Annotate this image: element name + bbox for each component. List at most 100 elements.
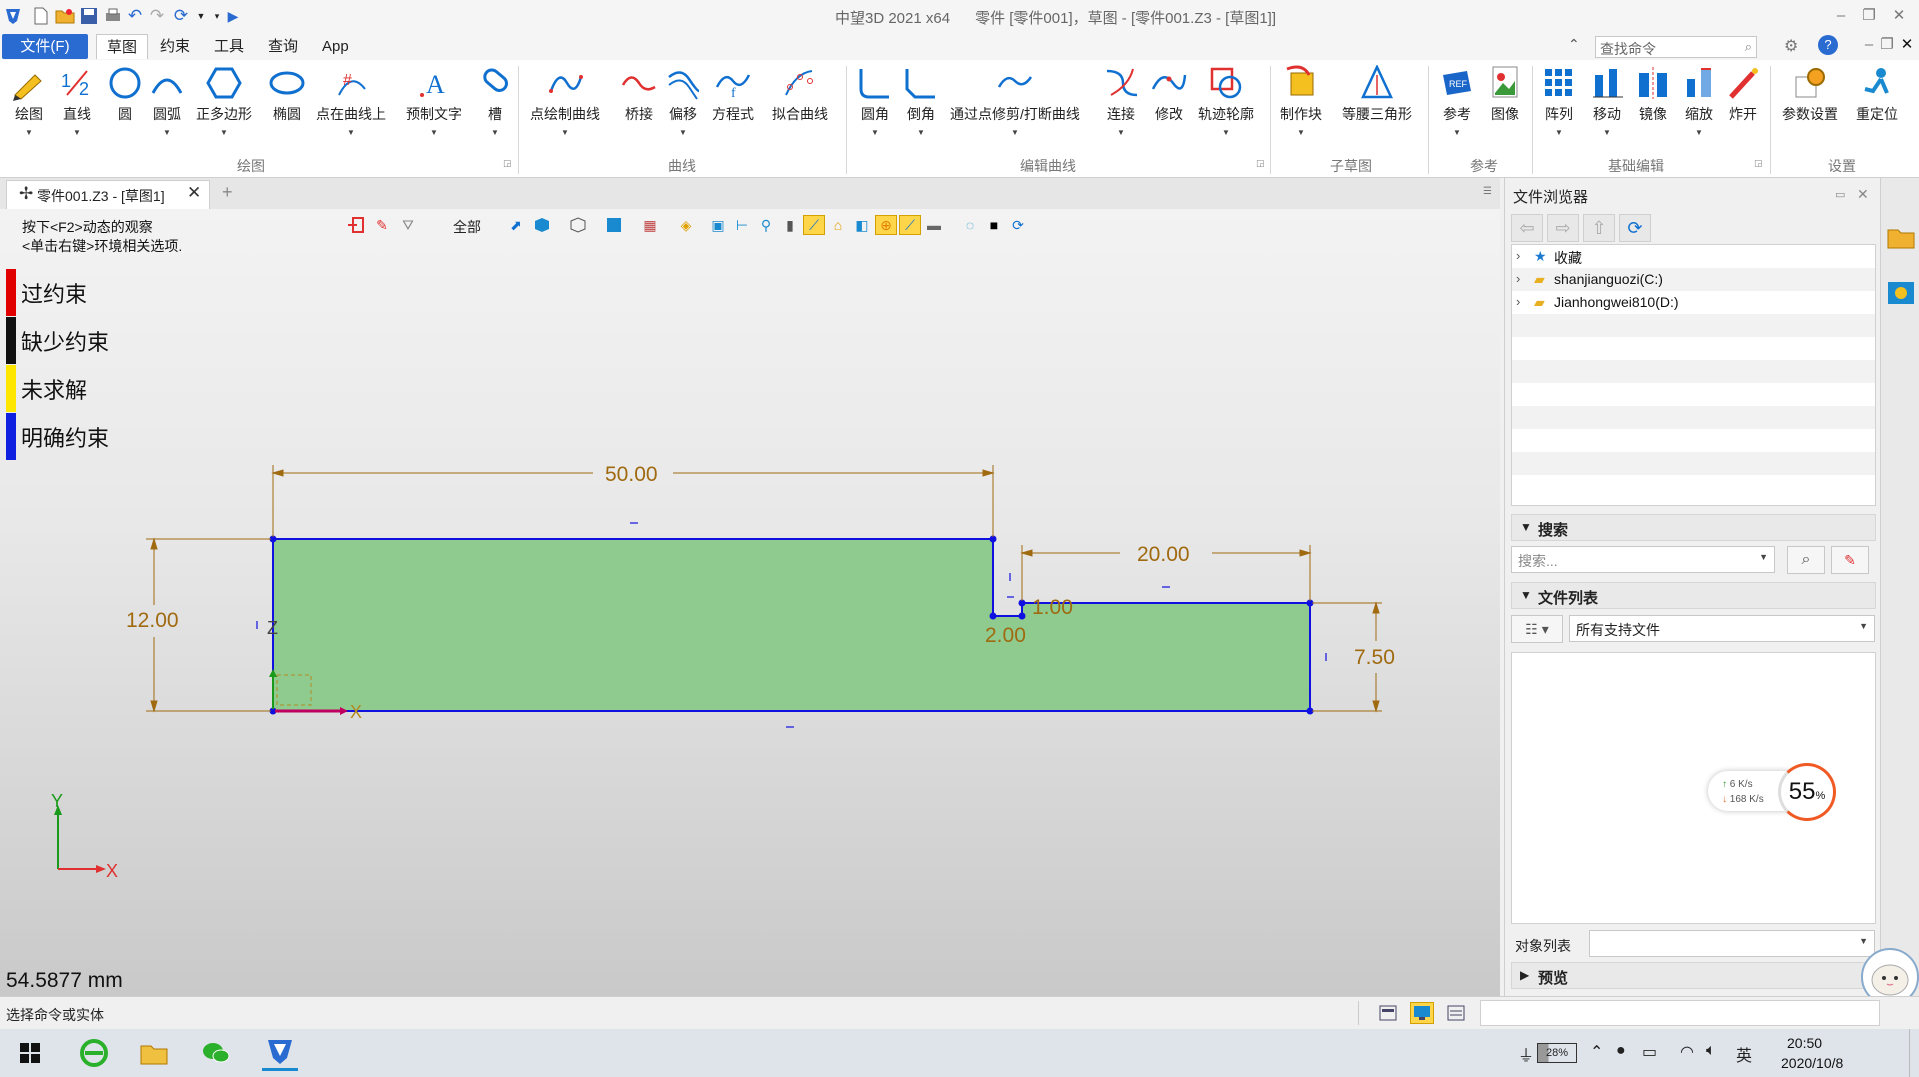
wifi-icon[interactable]: ◠	[1680, 1042, 1694, 1062]
tree-item-drive-d[interactable]: › ▰ Jianhongwei810(D:)	[1512, 291, 1875, 314]
steam-tray-icon[interactable]: ●	[1616, 1042, 1626, 1060]
arc-button[interactable]: 圆弧 ▼	[148, 64, 186, 156]
tree-item-drive-c[interactable]: › ▰ shanjianguozi(C:)	[1512, 268, 1875, 291]
equation-button[interactable]: f 方程式	[712, 64, 754, 156]
slot-button[interactable]: 槽 ▼	[476, 64, 514, 156]
folder-panel-icon[interactable]	[1886, 222, 1916, 252]
mirror-button[interactable]: 镜像	[1634, 64, 1672, 156]
offset-button[interactable]: 偏移 ▼	[664, 64, 702, 156]
tab-sketch[interactable]: 草图	[96, 34, 149, 59]
point-on-curve-button[interactable]: # 点在曲线上 ▼	[316, 64, 386, 156]
file-list-area[interactable]: ↑ 6 K/s ↓ 168 K/s 55%	[1511, 652, 1876, 924]
line-button[interactable]: 12 直线 ▼	[58, 64, 96, 156]
chevron-right-icon[interactable]: ›	[1516, 271, 1520, 286]
up-button[interactable]: ⇧	[1583, 214, 1615, 242]
sketch-viewport[interactable]: 按下<F2>动态的观察 <单击右键>环境相关选项. ✎ ⛛ 全部 ⬈ ▦ ◈ ▣…	[0, 209, 1500, 996]
circle-button[interactable]: 圆	[106, 64, 144, 156]
app-logo-icon[interactable]	[2, 5, 24, 27]
draw-button[interactable]: 绘图 ▼	[10, 64, 48, 156]
tab-constraint[interactable]: 约束	[150, 34, 200, 59]
chamfer-button[interactable]: 倒角 ▼	[902, 64, 940, 156]
clear-search-button[interactable]: ✎	[1831, 546, 1869, 574]
modify-button[interactable]: 修改	[1150, 64, 1188, 156]
help-icon[interactable]: ?	[1818, 35, 1838, 55]
network-device-icon[interactable]: ▭	[1642, 1042, 1657, 1062]
chevron-up-icon[interactable]: ⌃	[1590, 1042, 1603, 1062]
save-icon[interactable]	[78, 5, 100, 27]
tab-query[interactable]: 查询	[258, 34, 308, 59]
windows-start-icon[interactable]	[12, 1035, 48, 1071]
chevron-right-icon[interactable]: ›	[1516, 294, 1520, 309]
dim-step-width[interactable]: 2.00	[985, 624, 1026, 647]
volume-icon[interactable]: 🔈︎	[1706, 1042, 1716, 1060]
parameter-settings-button[interactable]: 参数设置	[1782, 64, 1838, 156]
dialog-launcher-icon[interactable]: ◲	[1754, 158, 1763, 169]
display-view-icon[interactable]	[1410, 1002, 1434, 1024]
new-tab-button[interactable]: +	[222, 182, 233, 203]
polygon-button[interactable]: 正多边形 ▼	[196, 64, 252, 156]
dialog-launcher-icon[interactable]: ◲	[503, 158, 512, 169]
regen-icon[interactable]: ⟳	[170, 5, 192, 27]
fit-curve-button[interactable]: 拟合曲线	[772, 64, 828, 156]
dim-right-height[interactable]: 7.50	[1354, 646, 1395, 669]
restore-button[interactable]: ❐	[1858, 5, 1880, 27]
back-button[interactable]: ⇦	[1511, 214, 1543, 242]
view-mode-button[interactable]: ☷ ▾	[1511, 615, 1563, 643]
internet-explorer-icon[interactable]	[76, 1035, 112, 1071]
tree-item-favorites[interactable]: › ★ 收藏	[1512, 245, 1875, 268]
settings-gear-icon[interactable]: ⚙	[1784, 36, 1798, 56]
trace-profile-button[interactable]: 轨迹轮廓 ▼	[1198, 64, 1254, 156]
panel-menu-icon[interactable]: ☰	[1483, 186, 1492, 197]
undo-icon[interactable]: ↶	[124, 5, 146, 27]
chevron-right-icon[interactable]: ›	[1516, 248, 1520, 263]
wechat-icon[interactable]	[198, 1035, 234, 1071]
sketch-canvas[interactable]: X Z 50.00 20.00 12.00 7.50 1.00 2.00 Y X	[0, 209, 1500, 996]
scale-button[interactable]: 缩放 ▼	[1680, 64, 1718, 156]
bridge-button[interactable]: 桥接	[620, 64, 658, 156]
file-type-filter[interactable]: 所有支持文件 ▼	[1569, 615, 1875, 642]
battery-indicator[interactable]: 28%	[1537, 1043, 1577, 1063]
clock-time[interactable]: 20:50	[1787, 1035, 1822, 1051]
file-explorer-icon[interactable]	[136, 1035, 172, 1071]
collapse-ribbon-icon[interactable]: ⌃	[1568, 36, 1580, 53]
preview-section-header[interactable]: ▶ 预览	[1511, 962, 1876, 989]
dim-top-width[interactable]: 50.00	[605, 463, 658, 486]
command-line-input[interactable]	[1480, 1000, 1880, 1026]
fillet-button[interactable]: 圆角 ▼	[856, 64, 894, 156]
file-search-input[interactable]: 搜索... ▼	[1511, 546, 1775, 573]
panel-view-icon[interactable]	[1444, 1002, 1468, 1024]
doc-tab-part001[interactable]: ✢ 零件001.Z3 - [草图1] ✕	[6, 180, 210, 209]
tab-app[interactable]: App	[312, 34, 359, 59]
object-list-select[interactable]: ▼	[1589, 930, 1875, 957]
reference-button[interactable]: REF 参考 ▼	[1438, 64, 1476, 156]
relocate-button[interactable]: 重定位	[1856, 64, 1898, 156]
minimize-button[interactable]: –	[1830, 5, 1852, 27]
refresh-button[interactable]: ⟳	[1619, 214, 1651, 242]
show-desktop-button[interactable]	[1909, 1029, 1919, 1077]
make-block-button[interactable]: 制作块 ▼	[1280, 64, 1322, 156]
doc-restore-button[interactable]: ❐	[1876, 34, 1898, 56]
run-icon[interactable]: ▶	[222, 5, 244, 27]
doc-close-button[interactable]: ✕	[1896, 34, 1918, 56]
file-list-section-header[interactable]: ▼ 文件列表	[1511, 582, 1876, 609]
trim-break-button[interactable]: 通过点修剪/打断曲线 ▼	[950, 64, 1080, 156]
dim-right-width[interactable]: 20.00	[1137, 543, 1190, 566]
pattern-button[interactable]: 阵列 ▼	[1540, 64, 1578, 156]
print-icon[interactable]	[102, 5, 124, 27]
search-section-header[interactable]: ▼ 搜索	[1511, 514, 1876, 541]
close-button[interactable]: ✕	[1888, 5, 1910, 27]
zw3d-taskbar-icon[interactable]	[262, 1035, 298, 1071]
spline-button[interactable]: 点绘制曲线 ▼	[530, 64, 600, 156]
ellipse-button[interactable]: 椭圆	[268, 64, 306, 156]
image-button[interactable]: 图像	[1486, 64, 1524, 156]
preset-text-button[interactable]: A 预制文字 ▼	[406, 64, 462, 156]
dialog-launcher-icon[interactable]: ◲	[1256, 158, 1265, 169]
layout-view-icon[interactable]	[1376, 1002, 1400, 1024]
plug-icon[interactable]: ⏚	[1518, 1042, 1534, 1066]
open-folder-icon[interactable]	[54, 5, 76, 27]
tab-file[interactable]: 文件(F)	[2, 34, 88, 59]
search-go-button[interactable]: ⌕	[1787, 546, 1825, 574]
isosceles-triangle-button[interactable]: 等腰三角形	[1342, 64, 1412, 156]
forward-button[interactable]: ⇨	[1547, 214, 1579, 242]
clock-date[interactable]: 2020/10/8	[1781, 1055, 1843, 1071]
